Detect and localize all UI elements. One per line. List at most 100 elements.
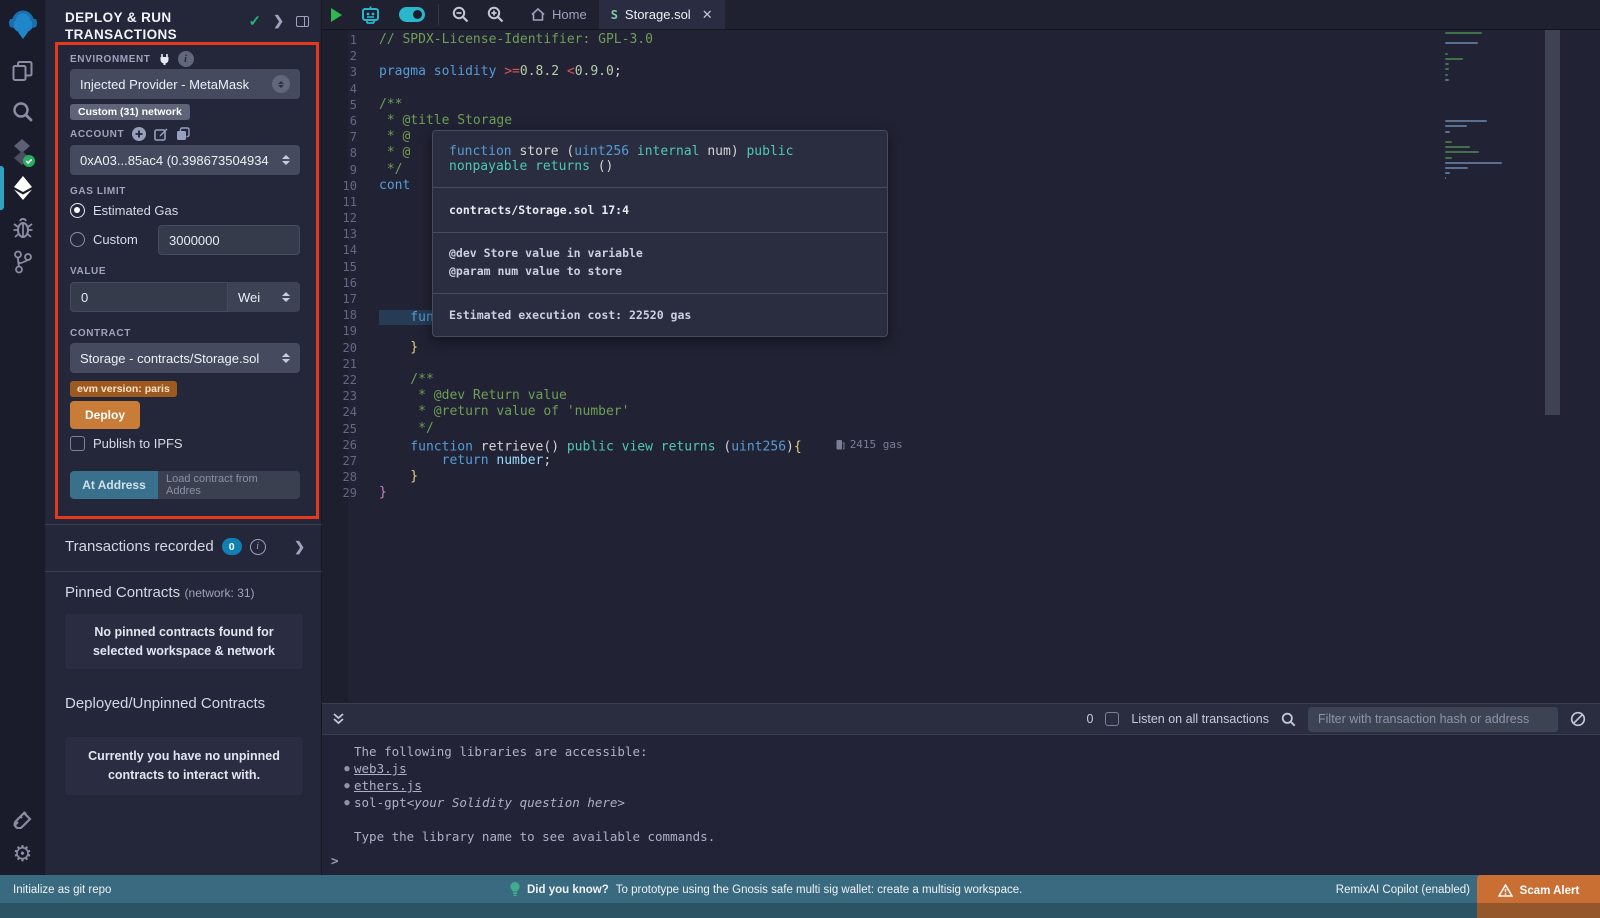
terminal-filter-input[interactable]: Filter with transaction hash or address: [1308, 707, 1558, 732]
line-number: 23: [322, 388, 374, 404]
terminal-output[interactable]: The following libraries are accessible:●…: [322, 735, 1600, 875]
transactions-recorded-label: Transactions recorded: [65, 538, 214, 555]
line-number: 12: [322, 210, 374, 226]
custom-gas-radio[interactable]: [70, 232, 85, 247]
code-editor[interactable]: 1// SPDX-License-Identifier: GPL-3.023pr…: [322, 30, 1600, 703]
code-line[interactable]: 22 /**: [322, 372, 1600, 388]
add-account-icon[interactable]: [132, 127, 146, 141]
terminal-search-icon[interactable]: [1281, 712, 1296, 727]
code-line[interactable]: 24 * @return value of 'number': [322, 404, 1600, 420]
remix-ai-logo-icon[interactable]: [0, 6, 45, 44]
collapse-terminal-icon[interactable]: [322, 712, 354, 726]
code-token: 0.8.2: [520, 64, 567, 79]
search-icon[interactable]: [0, 97, 45, 125]
code-line[interactable]: 20 }: [322, 340, 1600, 356]
code-token: num: [700, 144, 731, 159]
code-token: * @: [379, 145, 410, 160]
zoom-in-icon[interactable]: [478, 0, 513, 29]
scam-alert-button[interactable]: Scam Alert: [1477, 875, 1600, 918]
code-line[interactable]: 4: [322, 81, 1600, 97]
tab-home[interactable]: Home: [519, 0, 599, 29]
code-line[interactable]: 27 return number;: [322, 453, 1600, 469]
gas-estimate-hint: 2415 gas: [836, 437, 903, 453]
account-select[interactable]: 0xA03...85ac4 (0.398673504934: [70, 145, 300, 175]
listen-all-checkbox[interactable]: [1105, 712, 1119, 726]
close-tab-icon[interactable]: ✕: [702, 7, 713, 23]
at-address-input[interactable]: Load contract from Addres: [158, 471, 300, 499]
debugger-icon[interactable]: [0, 214, 45, 242]
code-token: * @: [379, 129, 410, 144]
pin-panel-icon[interactable]: [296, 16, 309, 27]
copy-account-icon[interactable]: [176, 127, 190, 141]
line-number: 14: [322, 242, 374, 258]
git-icon[interactable]: [0, 248, 45, 276]
transactions-expand-icon[interactable]: ❯: [294, 539, 305, 555]
code-line[interactable]: 21: [322, 356, 1600, 372]
code-token: public view returns: [567, 439, 716, 454]
editor-minimap[interactable]: [1445, 32, 1537, 703]
custom-gas-input[interactable]: 3000000: [158, 225, 300, 255]
code-line[interactable]: 1// SPDX-License-Identifier: GPL-3.0: [322, 32, 1600, 48]
line-number: 19: [322, 323, 374, 339]
deploy-run-icon[interactable]: [0, 172, 45, 204]
zoom-out-icon[interactable]: [443, 0, 478, 29]
run-script-play-icon[interactable]: [322, 0, 351, 29]
transactions-info-icon[interactable]: i: [250, 539, 266, 555]
code-line[interactable]: 2: [322, 48, 1600, 64]
line-number: 20: [322, 340, 374, 356]
clear-terminal-icon[interactable]: [1570, 711, 1586, 727]
git-init-status[interactable]: Initialize as git repo: [0, 884, 111, 896]
code-token: uint256: [574, 144, 629, 159]
settings-gear-icon[interactable]: ⚙: [0, 840, 45, 868]
value-input[interactable]: 0: [70, 282, 228, 312]
code-line[interactable]: 29}: [322, 485, 1600, 501]
code-line[interactable]: 25 */: [322, 421, 1600, 437]
gas-limit-label: GAS LIMIT: [70, 186, 126, 197]
environment-select[interactable]: Injected Provider - MetaMask: [70, 69, 300, 99]
solidity-compiler-icon[interactable]: [0, 137, 45, 169]
code-token: (: [716, 439, 732, 454]
terminal-line: ●web3.js: [322, 760, 1600, 777]
code-line[interactable]: 3pragma solidity >=0.8.2 <0.9.0;: [322, 64, 1600, 80]
solidity-file-icon: S: [611, 8, 618, 22]
tab-storage-sol[interactable]: S Storage.sol ✕: [599, 0, 725, 29]
unpinned-contracts-title: Deployed/Unpinned Contracts: [65, 695, 265, 712]
code-token: cont: [379, 178, 410, 193]
terminal-line: [322, 811, 1600, 828]
remixai-robot-icon[interactable]: [351, 0, 390, 29]
panel-title: DEPLOY & RUN TRANSACTIONS: [65, 10, 235, 44]
publish-ipfs-checkbox[interactable]: [70, 436, 85, 451]
plugin-manager-icon[interactable]: [0, 802, 45, 832]
estimated-gas-radio[interactable]: [70, 203, 85, 218]
environment-label: ENVIRONMENT: [70, 54, 151, 65]
terminal-line: Type the library name to see available c…: [322, 828, 1600, 845]
line-number: 18: [322, 307, 374, 323]
terminal-link[interactable]: ethers.js: [354, 778, 422, 793]
terminal-header: 0 Listen on all transactions Filter with…: [322, 703, 1600, 735]
editor-scrollbar[interactable]: [1545, 30, 1560, 415]
code-token: number: [496, 453, 543, 468]
value-unit-select[interactable]: Wei: [228, 282, 300, 312]
code-line[interactable]: 26 function retrieve() public view retur…: [322, 437, 1600, 453]
account-label: ACCOUNT: [70, 129, 124, 140]
at-address-button[interactable]: At Address: [70, 471, 158, 499]
copilot-toggle[interactable]: [390, 0, 434, 29]
code-token: ;: [614, 64, 622, 79]
file-explorer-icon[interactable]: [0, 56, 45, 86]
sign-message-icon[interactable]: [154, 127, 168, 141]
code-token: return: [379, 453, 496, 468]
expand-chevron-icon[interactable]: ❯: [273, 13, 284, 29]
code-line[interactable]: 6 * @title Storage: [322, 113, 1600, 129]
status-bar: Initialize as git repo Did you know? To …: [0, 875, 1600, 918]
environment-info-icon[interactable]: i: [178, 51, 194, 67]
terminal-link[interactable]: web3.js: [354, 761, 407, 776]
deploy-button[interactable]: Deploy: [70, 401, 140, 429]
code-line[interactable]: 5/**: [322, 97, 1600, 113]
line-number: 28: [322, 469, 374, 485]
contract-select[interactable]: Storage - contracts/Storage.sol: [70, 343, 300, 373]
code-line[interactable]: 28 }: [322, 469, 1600, 485]
copilot-status[interactable]: RemixAI Copilot (enabled): [1336, 884, 1470, 896]
code-line[interactable]: 23 * @dev Return value: [322, 388, 1600, 404]
code-token: // SPDX-License-Identifier: GPL-3.0: [379, 32, 653, 47]
line-number: 3: [322, 64, 374, 80]
